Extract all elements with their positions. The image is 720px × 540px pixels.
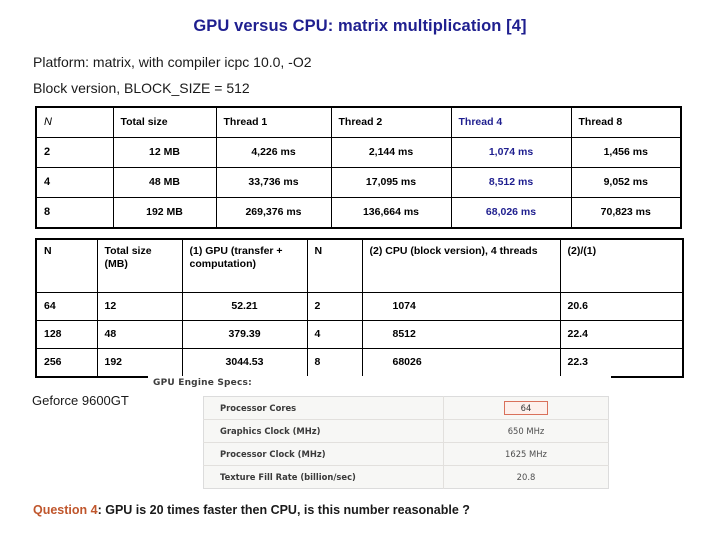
spec-value-processor-cores: 64 <box>443 396 609 420</box>
cell-n-left: 64 <box>35 292 98 321</box>
cell-total-size: 12 MB <box>112 137 217 168</box>
table-header-row: N Total size Thread 1 Thread 2 Thread 4 … <box>35 106 682 138</box>
column-header-cpu: (2) CPU (block version), 4 threads <box>361 238 561 293</box>
spec-label-graphics-clock: Graphics Clock (MHz) <box>203 419 444 443</box>
spec-label-processor-clock: Processor Clock (MHz) <box>203 442 444 466</box>
gpu-cpu-comparison-table: N Total size (MB) (1) GPU (transfer + co… <box>35 238 684 378</box>
table-row: 128 48 379.39 4 8512 22.4 <box>35 320 684 349</box>
table-row: 64 12 52.21 2 1074 20.6 <box>35 292 684 321</box>
question-line: Question 4: GPU is 20 times faster then … <box>33 503 470 517</box>
spec-row: Texture Fill Rate (billion/sec) 20.8 <box>203 465 609 489</box>
table-row: 4 48 MB 33,736 ms 17,095 ms 8,512 ms 9,0… <box>35 167 682 198</box>
question-number: Question 4 <box>33 503 98 517</box>
cell-gpu-time: 379.39 <box>181 320 308 349</box>
cell-thread-8: 1,456 ms <box>570 137 682 168</box>
column-header-n: N <box>35 106 114 138</box>
highlight-box-processor-cores: 64 <box>503 400 549 416</box>
cell-total-size-mb: 192 <box>96 348 183 378</box>
cell-n: 4 <box>35 167 114 198</box>
cell-thread-2: 136,664 ms <box>330 197 452 229</box>
cell-n: 8 <box>35 197 114 229</box>
spec-value-graphics-clock: 650 MHz <box>443 419 609 443</box>
cell-cpu-time: 68026 <box>361 348 561 378</box>
table-row: 2 12 MB 4,226 ms 2,144 ms 1,074 ms 1,456… <box>35 137 682 168</box>
column-header-ratio: (2)/(1) <box>559 238 684 293</box>
cell-thread-4: 1,074 ms <box>450 137 572 168</box>
spec-value-texture-fill-rate: 20.8 <box>443 465 609 489</box>
column-header-thread-4: Thread 4 <box>450 106 572 138</box>
column-header-thread-1: Thread 1 <box>215 106 332 138</box>
cell-total-size-mb: 12 <box>96 292 183 321</box>
cell-thread-2: 2,144 ms <box>330 137 452 168</box>
cell-n-right: 2 <box>306 292 363 321</box>
cell-thread-4: 68,026 ms <box>450 197 572 229</box>
specs-heading: GPU Engine Specs: <box>153 378 252 388</box>
table-row: 256 192 3044.53 8 68026 22.3 <box>35 348 684 378</box>
column-header-n-right: N <box>306 238 363 293</box>
column-header-total-size: Total size <box>112 106 217 138</box>
cell-cpu-time: 1074 <box>361 292 561 321</box>
block-version-text: Block version, BLOCK_SIZE = 512 <box>33 80 250 96</box>
cell-thread-1: 33,736 ms <box>215 167 332 198</box>
column-header-thread-2: Thread 2 <box>330 106 452 138</box>
cell-ratio: 20.6 <box>559 292 684 321</box>
cell-gpu-time: 52.21 <box>181 292 308 321</box>
cell-thread-8: 9,052 ms <box>570 167 682 198</box>
table-header-row: N Total size (MB) (1) GPU (transfer + co… <box>35 238 684 293</box>
spec-value-processor-clock: 1625 MHz <box>443 442 609 466</box>
cell-n-left: 128 <box>35 320 98 349</box>
cell-n: 2 <box>35 137 114 168</box>
column-header-thread-8: Thread 8 <box>570 106 682 138</box>
cell-total-size: 48 MB <box>112 167 217 198</box>
cell-n-right: 4 <box>306 320 363 349</box>
geforce-card-label: Geforce 9600GT <box>32 393 129 408</box>
cell-total-size: 192 MB <box>112 197 217 229</box>
cell-thread-8: 70,823 ms <box>570 197 682 229</box>
cell-ratio: 22.4 <box>559 320 684 349</box>
page-title: GPU versus CPU: matrix multiplication [4… <box>193 17 527 35</box>
cell-n-left: 256 <box>35 348 98 378</box>
gpu-engine-specs-table: Processor Cores 64 Graphics Clock (MHz) … <box>203 396 609 489</box>
cell-thread-1: 4,226 ms <box>215 137 332 168</box>
question-text: : GPU is 20 times faster then CPU, is th… <box>97 503 470 517</box>
cell-thread-4: 8,512 ms <box>450 167 572 198</box>
cell-total-size-mb: 48 <box>96 320 183 349</box>
spec-label-processor-cores: Processor Cores <box>203 396 444 420</box>
cell-cpu-time: 8512 <box>361 320 561 349</box>
column-header-gpu: (1) GPU (transfer + computation) <box>181 238 308 293</box>
cell-thread-1: 269,376 ms <box>215 197 332 229</box>
platform-text: Platform: matrix, with compiler icpc 10.… <box>33 54 312 70</box>
cell-thread-2: 17,095 ms <box>330 167 452 198</box>
cell-ratio: 22.3 <box>559 348 684 378</box>
cell-n-right: 8 <box>306 348 363 378</box>
spec-label-texture-fill-rate: Texture Fill Rate (billion/sec) <box>203 465 444 489</box>
cell-gpu-time: 3044.53 <box>181 348 308 378</box>
gpu-engine-specs-screenshot: GPU Engine Specs: Processor Cores 64 Gra… <box>148 376 611 490</box>
spec-row: Processor Cores 64 <box>203 396 609 420</box>
table-row: 8 192 MB 269,376 ms 136,664 ms 68,026 ms… <box>35 197 682 229</box>
spec-row: Processor Clock (MHz) 1625 MHz <box>203 442 609 466</box>
column-header-n-left: N <box>35 238 98 293</box>
column-header-total-size-mb: Total size (MB) <box>96 238 183 293</box>
thread-timing-table: N Total size Thread 1 Thread 2 Thread 4 … <box>35 106 682 229</box>
spec-row: Graphics Clock (MHz) 650 MHz <box>203 419 609 443</box>
